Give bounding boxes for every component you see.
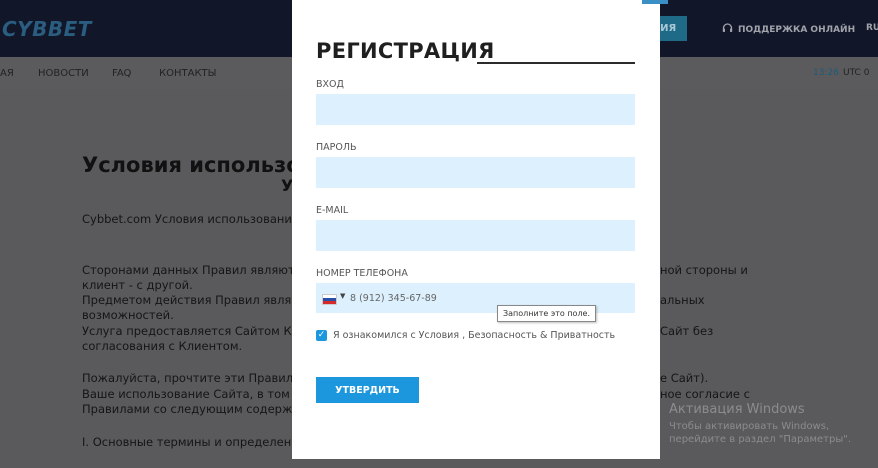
terms-text: согласования с Клиентом. (82, 339, 243, 353)
modal-corner-accent (642, 0, 668, 4)
terms-text: возможностей. (82, 308, 174, 322)
email-label: E-MAIL (316, 205, 349, 216)
windows-activation-text: Чтобы активировать Windows, перейдите в … (669, 421, 852, 445)
terms-text: Правилами со следующим содержим (82, 402, 309, 416)
support-label: ПОДДЕРЖКА ОНЛАЙН (738, 25, 856, 35)
login-input[interactable] (316, 94, 635, 125)
logo[interactable]: CYBBET (2, 17, 92, 41)
agree-label[interactable]: Я ознакомился с Условия , Безопасность &… (333, 330, 615, 341)
chevron-down-icon[interactable]: ▼ (340, 292, 345, 300)
terms-text: Предметом действия Правил являет (82, 293, 306, 307)
terms-text: ной стороны и (660, 263, 748, 277)
language-selector[interactable]: RU (866, 23, 878, 33)
russia-flag-icon[interactable] (322, 294, 337, 305)
terms-text: е Сайт). (660, 371, 709, 385)
terms-text: ное согласие с (660, 387, 750, 401)
title-underline (477, 62, 635, 64)
nav-item-faq[interactable]: FAQ (112, 68, 131, 79)
terms-text: клиент - с другой. (82, 278, 193, 292)
validation-tooltip: Заполните это поле. (497, 305, 597, 322)
headset-icon (722, 23, 733, 37)
terms-text: альных (660, 293, 705, 307)
terms-text: I. Основные термины и определения (82, 435, 306, 449)
terms-text: Сайт без (660, 324, 714, 338)
email-input[interactable] (316, 220, 635, 251)
terms-text: Услуга предоставляется Сайтом Кли (82, 324, 307, 338)
page-title: Условия использов (82, 153, 314, 177)
password-label: ПАРОЛЬ (316, 142, 357, 153)
phone-label: НОМЕР ТЕЛЕФОНА (316, 268, 408, 279)
timezone: UTC 0 (843, 68, 870, 78)
password-input[interactable] (316, 157, 635, 188)
nav-item-contacts[interactable]: КОНТАКТЫ (159, 68, 216, 79)
submit-button[interactable]: УТВЕРДИТЬ (316, 377, 419, 403)
login-label: ВХОД (316, 79, 344, 90)
terms-text: Cybbet.com Условия использования (82, 212, 299, 226)
agree-checkbox[interactable]: ✓ (316, 330, 327, 341)
support-link[interactable]: ПОДДЕРЖКА ОНЛАЙН (722, 23, 855, 37)
clock: 13:26 (813, 68, 839, 78)
terms-text: Пожалуйста, прочтите эти Правила С (82, 371, 312, 385)
nav-item-news[interactable]: НОВОСТИ (38, 68, 89, 79)
terms-text: Ваше использование Сайта, в том чи (82, 387, 308, 401)
nav-item-main[interactable]: АЯ (0, 68, 14, 79)
terms-text: Сторонами данных Правил являютс (82, 263, 301, 277)
windows-activation-title: Активация Windows (669, 402, 805, 417)
modal-title: РЕГИСТРАЦИЯ (316, 39, 495, 63)
